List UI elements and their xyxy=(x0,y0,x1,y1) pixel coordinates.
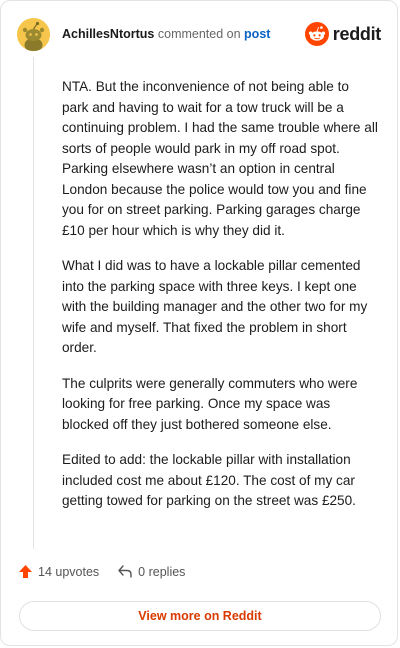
comment-paragraph: The culprits were generally commuters wh… xyxy=(62,375,358,432)
comment-attribution: AchillesNtortus commented on post xyxy=(62,27,270,41)
comment-paragraph: What I did was to have a lockable pillar… xyxy=(62,258,368,355)
snoo-avatar-icon[interactable] xyxy=(17,17,50,51)
embedded-comment-card: AchillesNtortus commented on post reddit… xyxy=(0,0,398,646)
comment-header: AchillesNtortus commented on post reddit xyxy=(17,17,381,51)
post-link[interactable]: post xyxy=(244,27,270,41)
comment-paragraph: Edited to add: the lockable pillar with … xyxy=(62,452,356,508)
upvote-button[interactable]: 14 upvotes xyxy=(18,564,99,579)
upvote-arrow-icon xyxy=(19,565,32,578)
reply-button[interactable]: 0 replies xyxy=(117,564,185,579)
action-text: commented on xyxy=(157,27,241,41)
thread-line xyxy=(33,57,34,549)
username-link[interactable]: AchillesNtortus xyxy=(62,27,154,41)
brand-name: reddit xyxy=(332,23,382,44)
comment-actions: 14 upvotes 0 replies xyxy=(18,564,185,579)
reddit-logo[interactable]: reddit xyxy=(304,22,382,46)
comment-paragraph: NTA. But the inconvenience of not being … xyxy=(62,79,378,238)
reddit-alien-icon xyxy=(304,22,329,46)
reply-count: 0 replies xyxy=(138,564,186,579)
comment-body: NTA. But the inconvenience of not being … xyxy=(62,77,378,527)
view-more-button[interactable]: View more on Reddit xyxy=(19,601,381,631)
upvote-count: 14 upvotes xyxy=(38,564,100,579)
reply-arrow-icon xyxy=(118,565,132,578)
